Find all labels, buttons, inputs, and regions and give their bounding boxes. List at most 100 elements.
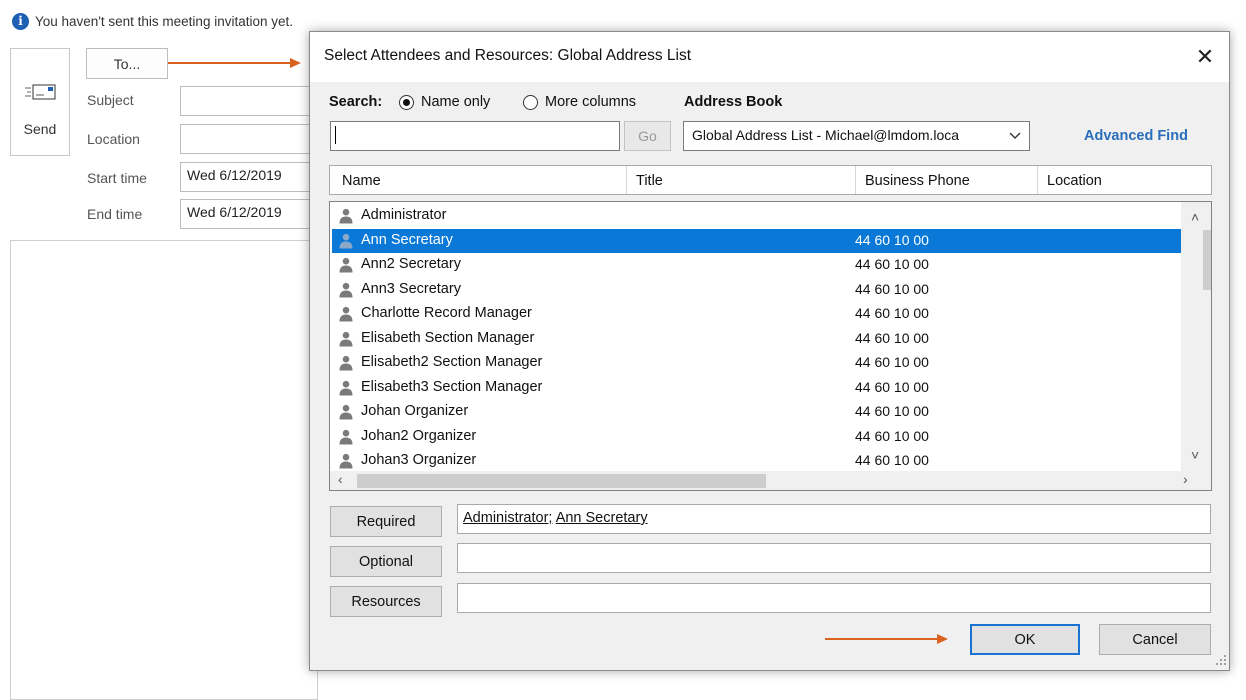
user-icon	[339, 257, 353, 273]
list-item[interactable]: Elisabeth2 Section Manager 44 60 10 00	[332, 351, 1183, 375]
user-icon	[339, 355, 353, 371]
column-divider[interactable]	[855, 166, 856, 194]
scroll-left-icon[interactable]: ‹	[338, 471, 343, 487]
annotation-arrow-to	[168, 58, 301, 68]
contact-business-phone: 44 60 10 00	[855, 305, 929, 321]
search-label: Search:	[329, 94, 383, 110]
text-caret	[335, 126, 336, 144]
user-icon	[339, 306, 353, 322]
scroll-down-icon[interactable]: ˅	[1191, 447, 1199, 463]
info-bar: i You haven't sent this meeting invitati…	[12, 11, 293, 31]
cancel-button[interactable]: Cancel	[1099, 624, 1211, 655]
user-icon	[339, 208, 353, 224]
list-item[interactable]: Charlotte Record Manager 44 60 10 00	[332, 302, 1183, 326]
select-attendees-dialog: Select Attendees and Resources: Global A…	[309, 31, 1230, 671]
horizontal-scroll-thumb[interactable]	[357, 474, 766, 488]
user-icon	[339, 331, 353, 346]
column-divider[interactable]	[1037, 166, 1038, 194]
dialog-title: Select Attendees and Resources: Global A…	[324, 47, 692, 64]
contact-business-phone: 44 60 10 00	[855, 329, 929, 346]
send-button[interactable]: Send	[10, 48, 70, 156]
list-header: Name Title Business Phone Location	[329, 165, 1212, 195]
contact-business-phone: 44 60 10 00	[855, 378, 929, 395]
contact-name: Elisabeth Section Manager	[361, 329, 535, 346]
list-item[interactable]: Ann2 Secretary 44 60 10 00	[332, 253, 1183, 277]
contact-business-phone: 44 60 10 00	[855, 256, 929, 272]
end-time-label: End time	[87, 206, 143, 222]
scroll-right-icon[interactable]: ›	[1183, 471, 1188, 487]
optional-field[interactable]	[457, 543, 1211, 573]
list-item[interactable]: Ann Secretary 44 60 10 00	[332, 228, 1183, 253]
column-header-business-phone[interactable]: Business Phone	[865, 173, 970, 189]
search-input[interactable]	[330, 121, 620, 151]
contact-business-phone: 44 60 10 00	[855, 403, 929, 419]
resources-button[interactable]: Resources	[330, 586, 442, 617]
required-recipient[interactable]: Ann Secretary	[556, 510, 648, 526]
send-label: Send	[23, 121, 57, 137]
info-bar-text: You haven't sent this meeting invitation…	[35, 13, 293, 29]
required-field[interactable]: Administrator; Ann Secretary	[457, 504, 1211, 534]
radio-name-only[interactable]	[399, 95, 414, 110]
contact-business-phone: 44 60 10 00	[855, 427, 929, 444]
start-time-label: Start time	[87, 170, 147, 186]
close-icon[interactable]: ✕	[1190, 42, 1220, 72]
annotation-arrow-ok	[825, 634, 948, 644]
column-header-name[interactable]: Name	[342, 173, 381, 189]
contact-name: Ann Secretary	[361, 231, 453, 248]
contact-name: Elisabeth2 Section Manager	[361, 354, 543, 370]
contact-name: Johan3 Organizer	[361, 452, 477, 468]
address-book-label: Address Book	[684, 94, 783, 110]
dialog-titlebar: Select Attendees and Resources: Global A…	[310, 32, 1229, 82]
message-body[interactable]	[10, 240, 318, 700]
column-divider[interactable]	[626, 166, 627, 194]
list-item[interactable]: Johan Organizer 44 60 10 00	[332, 400, 1183, 424]
column-header-title[interactable]: Title	[636, 173, 663, 189]
contact-name: Ann3 Secretary	[361, 280, 461, 297]
user-icon	[339, 282, 353, 297]
contact-name: Ann2 Secretary	[361, 256, 461, 272]
start-date-field[interactable]: Wed 6/12/2019	[180, 162, 320, 192]
end-date-field[interactable]: Wed 6/12/2019	[180, 199, 320, 229]
chevron-down-icon[interactable]	[1008, 129, 1022, 143]
location-label: Location	[87, 131, 140, 147]
list-item[interactable]: Johan3 Organizer 44 60 10 00	[332, 449, 1183, 473]
user-icon	[339, 380, 353, 395]
radio-more-columns-label[interactable]: More columns	[545, 94, 636, 110]
list-item[interactable]: Elisabeth Section Manager 44 60 10 00	[332, 327, 1183, 351]
user-icon	[339, 453, 353, 469]
subject-field[interactable]	[180, 86, 320, 116]
list-item[interactable]: Johan2 Organizer 44 60 10 00	[332, 425, 1183, 449]
list-item[interactable]: Administrator	[332, 204, 1183, 228]
scroll-up-icon[interactable]: ˄	[1191, 209, 1199, 225]
contact-business-phone: 44 60 10 00	[855, 354, 929, 370]
location-field[interactable]	[180, 124, 320, 154]
list-item[interactable]: Ann3 Secretary 44 60 10 00	[332, 278, 1183, 302]
subject-label: Subject	[87, 92, 134, 108]
address-book-select[interactable]: Global Address List - Michael@lmdom.loca	[683, 121, 1030, 151]
to-button[interactable]: To...	[86, 48, 168, 79]
ok-button[interactable]: OK	[970, 624, 1080, 655]
address-list: Administrator Ann Secretary 44 60 10 00 Ann…	[329, 201, 1212, 491]
vertical-scroll-thumb[interactable]	[1203, 230, 1211, 290]
contact-name: Johan2 Organizer	[361, 427, 477, 444]
contact-business-phone: 44 60 10 00	[855, 452, 929, 468]
go-button[interactable]: Go	[624, 121, 671, 151]
radio-name-only-label[interactable]: Name only	[421, 94, 490, 110]
recipient-separator: ;	[548, 510, 553, 526]
column-header-location[interactable]: Location	[1047, 173, 1102, 189]
required-button[interactable]: Required	[330, 506, 442, 537]
advanced-find-link[interactable]: Advanced Find	[1084, 128, 1188, 144]
required-recipient[interactable]: Administrator	[463, 510, 548, 526]
contact-business-phone: 44 60 10 00	[855, 231, 929, 248]
optional-button[interactable]: Optional	[330, 546, 442, 577]
resize-grip-icon[interactable]	[1215, 654, 1227, 666]
contact-name: Charlotte Record Manager	[361, 305, 532, 321]
user-icon	[339, 233, 353, 248]
resources-field[interactable]	[457, 583, 1211, 613]
contact-business-phone: 44 60 10 00	[855, 280, 929, 297]
radio-more-columns[interactable]	[523, 95, 538, 110]
contact-name: Administrator	[361, 207, 447, 223]
list-item[interactable]: Elisabeth3 Section Manager 44 60 10 00	[332, 376, 1183, 400]
info-icon: i	[12, 12, 29, 30]
contact-name: Elisabeth3 Section Manager	[361, 378, 543, 395]
